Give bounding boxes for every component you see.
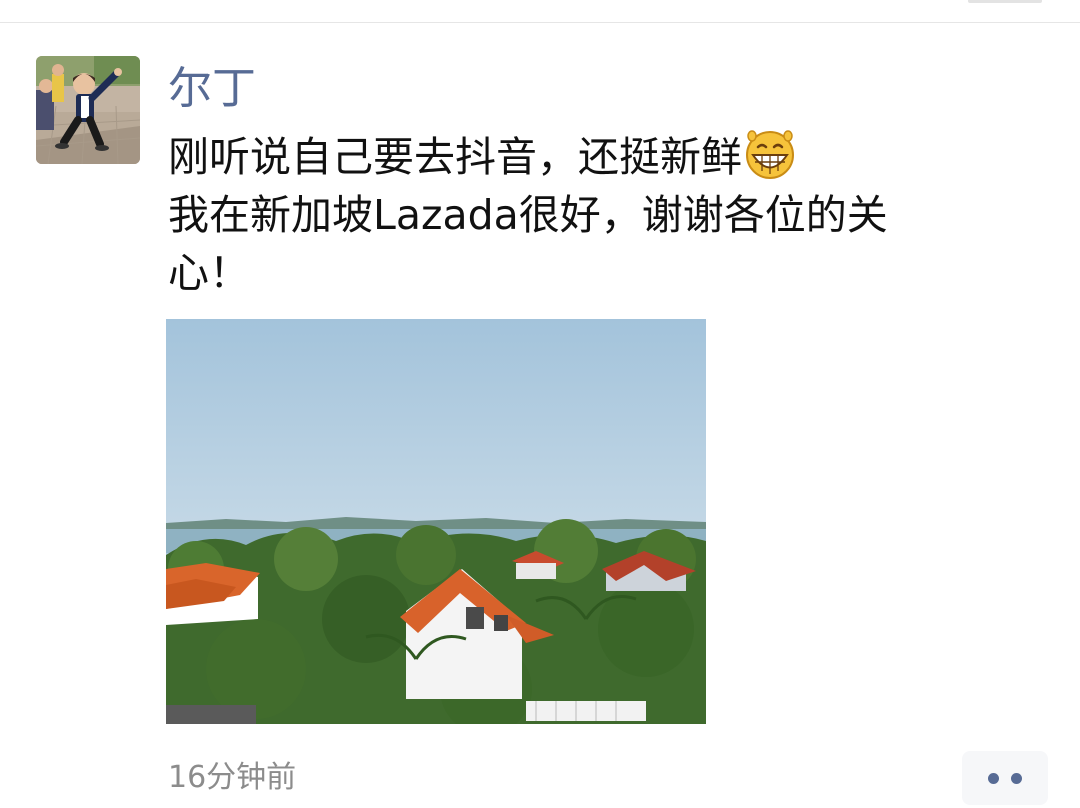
top-divider bbox=[0, 22, 1080, 23]
more-actions-button[interactable] bbox=[962, 751, 1048, 805]
avatar[interactable] bbox=[36, 56, 140, 164]
top-tab-indicator bbox=[968, 0, 1042, 3]
post-text: 刚听说自己要去抖音，还挺新鲜 我在新加坡Lazada很好，谢谢各位的关 心！ bbox=[168, 128, 988, 302]
post-author-name[interactable]: 尔丁 bbox=[168, 60, 256, 118]
post-timestamp: 16分钟前 bbox=[168, 760, 297, 795]
post-text-line: 刚听说自己要去抖音，还挺新鲜 bbox=[168, 128, 988, 186]
more-dot-icon bbox=[988, 772, 999, 784]
avatar-image bbox=[36, 56, 140, 164]
grinning-face-emoji-icon bbox=[746, 130, 794, 179]
post-text-line-3: 心！ bbox=[168, 249, 250, 297]
post-text-line-1: 刚听说自己要去抖音，还挺新鲜 bbox=[168, 133, 742, 181]
more-dot-icon bbox=[1011, 772, 1022, 784]
post-text-line-2: 我在新加坡Lazada很好，谢谢各位的关 bbox=[168, 191, 888, 239]
post-photo[interactable] bbox=[166, 319, 706, 724]
landscape-photo-image bbox=[166, 319, 706, 724]
